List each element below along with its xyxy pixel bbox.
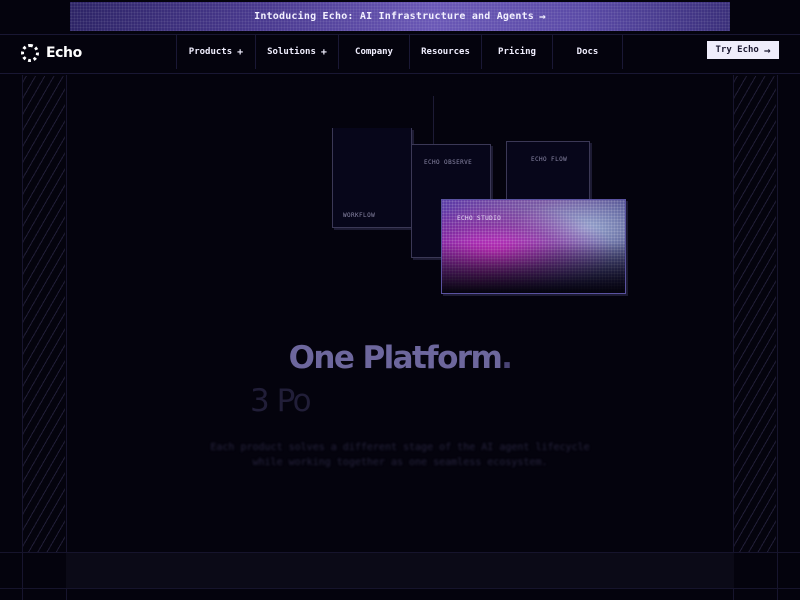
announcement-banner[interactable]: Intoducing Echo: AI Infrastructure and A… — [70, 2, 730, 31]
nav-item-docs[interactable]: Docs — [552, 35, 623, 69]
hero-description-line-1: Each product solves a different stage of… — [210, 442, 590, 453]
nav-item-company[interactable]: Company — [338, 35, 409, 69]
nav-item-label: Docs — [576, 47, 599, 57]
nav-item-label: Pricing — [498, 47, 536, 57]
illustration-connector — [433, 96, 434, 148]
card-label-observe: ECHO OBSERVE — [424, 159, 473, 166]
frame-line-left-inner — [66, 75, 67, 600]
plus-icon: + — [320, 46, 327, 58]
nav-item-label: Resources — [421, 47, 470, 57]
card-echo-studio: ECHO STUDIO — [441, 199, 626, 294]
arrow-right-icon: → — [539, 10, 546, 23]
hero-title-dot: . — [501, 340, 513, 376]
nav-item-label: Solutions — [267, 47, 316, 57]
brand-name: Echo — [46, 45, 82, 61]
main-menu: Products + Solutions + Company Resources… — [176, 35, 623, 69]
card-echo-flow: ECHO FLOW — [506, 141, 590, 201]
card-label-studio: ECHO STUDIO — [457, 215, 502, 222]
next-section-preview — [66, 553, 734, 588]
try-echo-button[interactable]: Try Echo → — [707, 41, 779, 59]
hero-subtitle: 3 Po — [250, 383, 312, 419]
nav-item-label: Products — [188, 47, 233, 57]
card-label-workflow: WORKFLOW — [343, 212, 376, 219]
arrow-right-icon: → — [763, 43, 771, 57]
hero-title: One Platform. — [0, 340, 800, 376]
nav-item-label: Company — [355, 47, 393, 57]
plus-icon: + — [237, 46, 244, 58]
brand-logo[interactable]: Echo — [21, 44, 82, 62]
hero-description-line-2: while working together as one seamless e… — [252, 457, 548, 468]
try-echo-label: Try Echo — [715, 45, 759, 55]
nav-item-products[interactable]: Products + — [176, 35, 255, 69]
section-divider-bottom — [0, 588, 800, 589]
right-hatch-rail — [734, 76, 776, 552]
card-label-flow: ECHO FLOW — [531, 156, 568, 163]
left-hatch-rail — [23, 76, 65, 552]
nav-item-solutions[interactable]: Solutions + — [255, 35, 338, 69]
card-workflow: WORKFLOW — [332, 128, 412, 228]
hero-title-text: One Platform — [288, 340, 503, 376]
top-navigation: Echo Products + Solutions + Company Reso… — [0, 35, 800, 74]
hero-description: Each product solves a different stage of… — [180, 440, 620, 470]
nav-item-resources[interactable]: Resources — [409, 35, 481, 69]
announcement-text: Intoducing Echo: AI Infrastructure and A… — [254, 11, 535, 22]
frame-line-right-outer — [777, 75, 778, 600]
echo-logo-icon — [21, 44, 39, 62]
nav-item-pricing[interactable]: Pricing — [481, 35, 552, 69]
